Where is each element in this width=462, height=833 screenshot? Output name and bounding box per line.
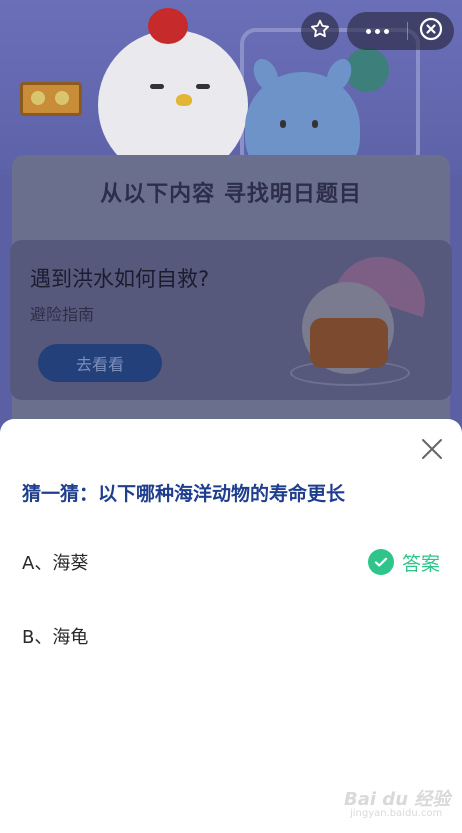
- miniapp-capsule: [347, 12, 454, 50]
- option-b[interactable]: B、海龟: [0, 611, 462, 661]
- option-b-label: B、海龟: [22, 627, 89, 648]
- answer-tag: 答案: [367, 537, 440, 587]
- option-a-label: A、海葵: [22, 553, 89, 574]
- flood-guide-subtitle: 避险指南: [30, 305, 95, 324]
- option-a[interactable]: A、海葵 答案: [0, 537, 462, 587]
- more-button[interactable]: [347, 12, 407, 50]
- go-see-button[interactable]: 去看看: [38, 344, 162, 382]
- answer-label: 答案: [401, 552, 440, 575]
- more-dots-icon: [365, 28, 371, 34]
- find-tomorrow-title: 从以下内容 寻找明日题目: [100, 182, 362, 207]
- chicken-comb: [148, 8, 188, 44]
- quiz-question: 猜一猜：以下哪种海洋动物的寿命更长: [22, 483, 346, 505]
- sheet-close-button[interactable]: [416, 435, 448, 467]
- medal-board-illustration: [20, 82, 82, 116]
- lifevest-illustration: [310, 318, 388, 368]
- flood-guide-title: 遇到洪水如何自救?: [30, 267, 210, 291]
- exit-miniapp-button[interactable]: [408, 12, 454, 50]
- background-page: 从以下内容 寻找明日题目 遇到洪水如何自救? 避险指南 去看看: [0, 0, 462, 440]
- star-icon: [309, 18, 331, 44]
- close-circle-icon: [419, 17, 443, 45]
- check-icon: [367, 549, 394, 575]
- chicken-beak: [176, 94, 192, 106]
- chicken-eye: [150, 84, 164, 89]
- favorite-button[interactable]: [301, 12, 339, 50]
- chicken-eye: [196, 84, 210, 89]
- close-icon: [421, 438, 443, 464]
- baidu-watermark-url: jingyan.baidu.com: [350, 808, 443, 819]
- seal-eye: [312, 120, 318, 128]
- seal-eye: [280, 120, 286, 128]
